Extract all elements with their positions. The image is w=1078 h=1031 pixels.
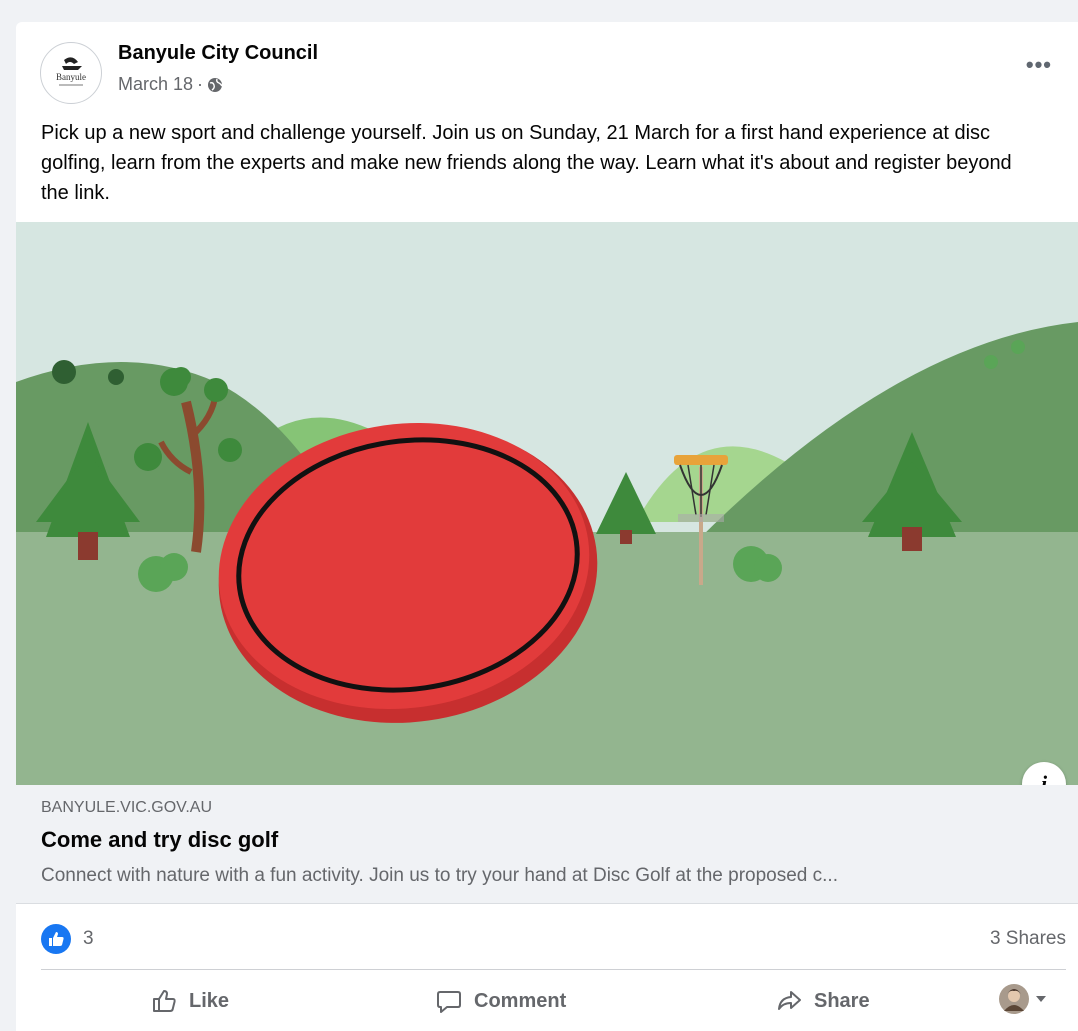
reaction-stats: 3 3 Shares <box>41 922 1066 958</box>
caret-down-icon <box>1036 996 1046 1002</box>
more-options-button[interactable]: ••• <box>1026 52 1052 78</box>
comment-label: Comment <box>474 989 567 1012</box>
user-avatar-icon <box>999 984 1029 1014</box>
action-bar: Like Comment Share <box>41 972 1066 1031</box>
banyule-logo-icon: Banyule <box>56 57 86 86</box>
like-label: Like <box>189 989 230 1012</box>
comment-icon <box>437 991 461 1013</box>
post-header: Banyule Banyule City Council March 18 · … <box>16 22 1078 112</box>
meta-separator: · <box>197 74 204 94</box>
thumbs-up-icon <box>49 932 64 946</box>
share-button[interactable]: Share <box>776 980 870 1022</box>
thumbs-up-outline-icon <box>153 990 176 1012</box>
link-domain: BANYULE.VIC.GOV.AU <box>41 799 213 816</box>
post-date[interactable]: March 18 <box>118 74 193 95</box>
like-reaction-icon[interactable] <box>41 924 71 954</box>
share-icon <box>778 991 801 1010</box>
link-title[interactable]: Come and try disc golf <box>41 827 278 853</box>
post-meta: March 18 · <box>118 74 223 95</box>
share-label: Share <box>814 989 870 1012</box>
disc-golf-illustration <box>16 222 1078 785</box>
post-text: Pick up a new sport and challenge yourse… <box>41 122 1012 204</box>
page-avatar[interactable]: Banyule <box>40 42 102 104</box>
comment-button[interactable]: Comment <box>436 980 566 1022</box>
link-description: Connect with nature with a fun activity.… <box>41 865 838 886</box>
globe-icon <box>208 77 223 92</box>
audience-selector[interactable] <box>999 984 1047 1014</box>
post-card: Banyule Banyule City Council March 18 · … <box>16 22 1078 1031</box>
svg-text:Banyule: Banyule <box>56 72 86 82</box>
like-count[interactable]: 3 <box>83 928 94 950</box>
post-image[interactable] <box>16 222 1078 785</box>
share-count[interactable]: 3 Shares <box>990 928 1066 950</box>
like-button[interactable]: Like <box>151 980 229 1022</box>
divider <box>41 969 1066 970</box>
page-name[interactable]: Banyule City Council <box>118 42 318 65</box>
link-preview[interactable]: BANYULE.VIC.GOV.AU Come and try disc gol… <box>16 785 1078 904</box>
